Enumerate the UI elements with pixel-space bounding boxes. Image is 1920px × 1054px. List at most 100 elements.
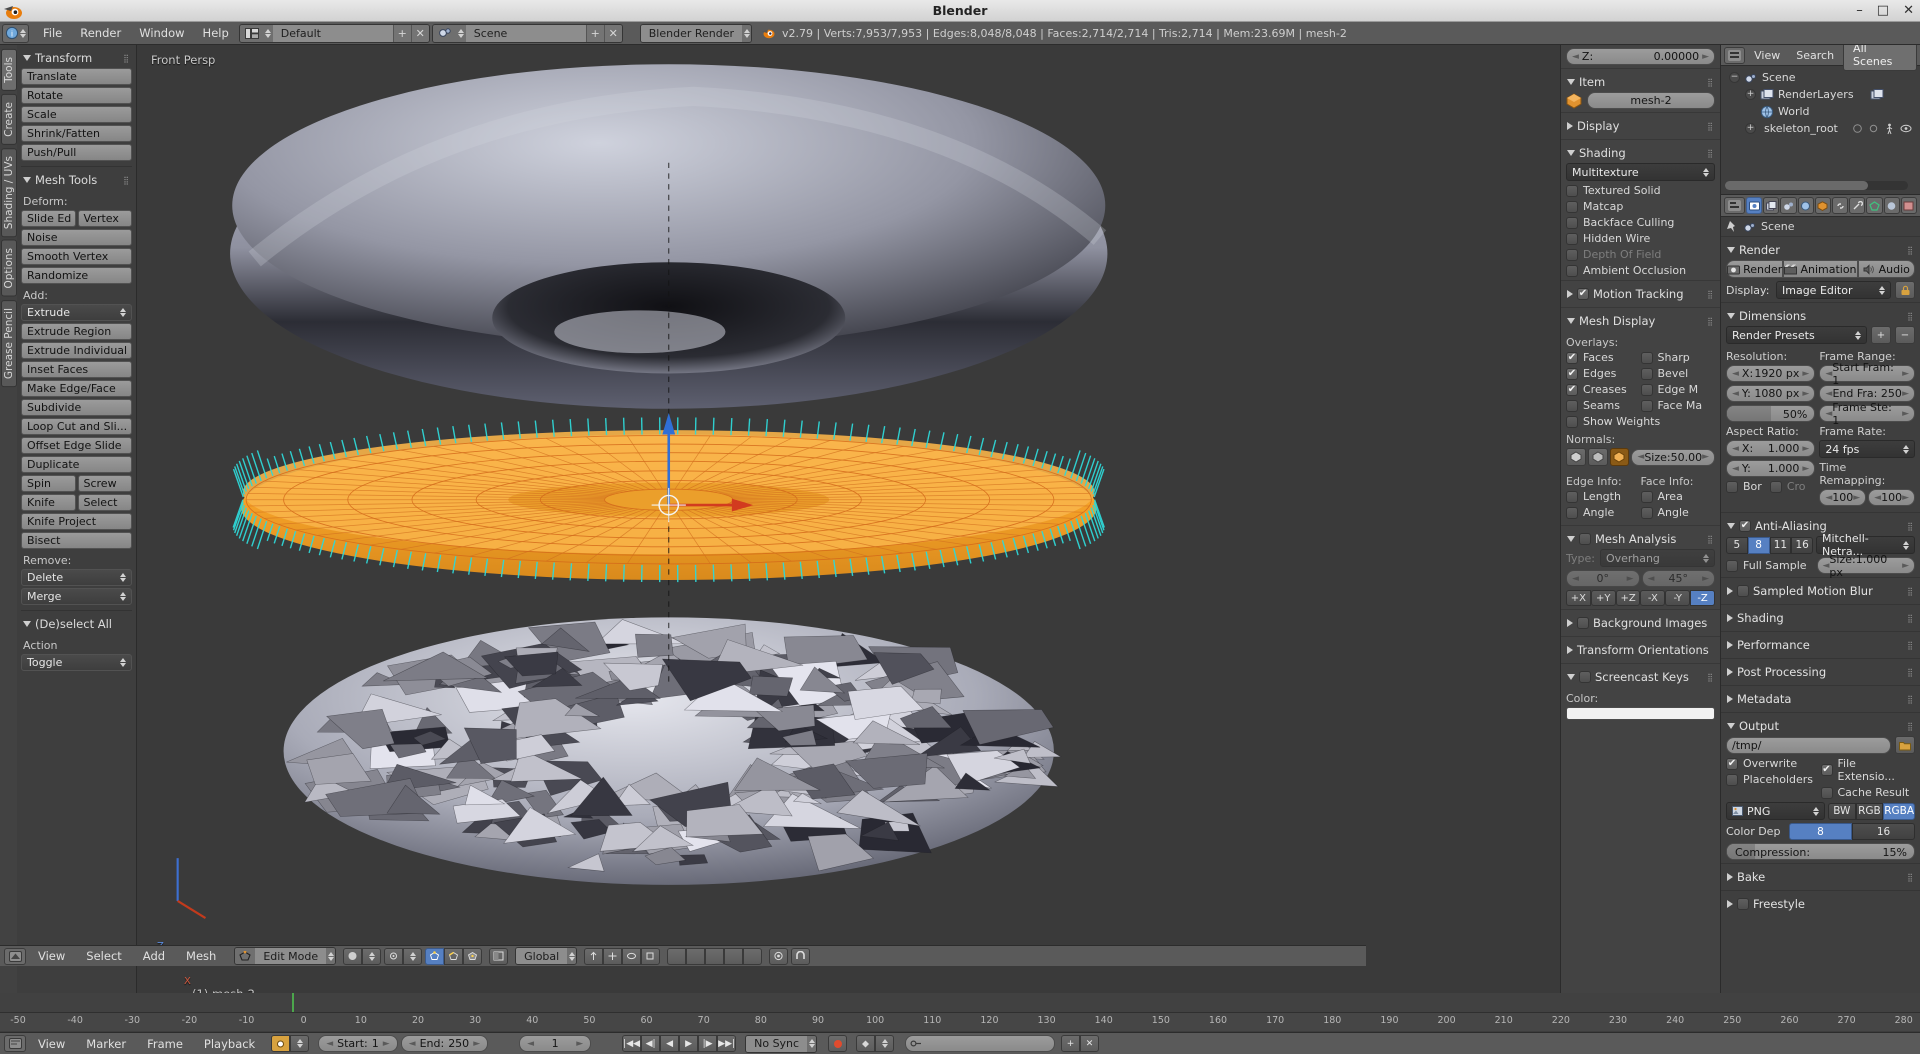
- properties-performance-header[interactable]: Performance ⣿: [1726, 635, 1915, 655]
- minimize-button[interactable]: –: [1856, 4, 1863, 17]
- decrement-icon[interactable]: ◄: [1732, 464, 1739, 474]
- checkbox-icon[interactable]: [1566, 264, 1578, 277]
- decrement-icon[interactable]: ◄: [1637, 452, 1644, 462]
- screencast-color-swatch[interactable]: [1566, 707, 1715, 720]
- increment-icon[interactable]: ►: [1702, 574, 1709, 584]
- increment-icon[interactable]: ►: [1802, 389, 1809, 399]
- axis-plus-y-button[interactable]: +Y: [1590, 590, 1616, 606]
- shading-option-matcap[interactable]: Matcap: [1566, 200, 1715, 213]
- add-layout-button[interactable]: +: [392, 24, 411, 42]
- layer-5-icon[interactable]: [743, 947, 763, 965]
- decrement-icon[interactable]: ◄: [1732, 389, 1739, 399]
- checkbox-icon[interactable]: [1640, 490, 1653, 503]
- resolution-x-field[interactable]: ◄ X: 1920 px ►: [1726, 365, 1816, 382]
- decrement-icon[interactable]: ◄: [326, 1039, 333, 1049]
- tool-tab-shading-uvs[interactable]: Shading / UVs: [1, 147, 17, 237]
- increment-icon[interactable]: ►: [1902, 561, 1909, 571]
- pin-icon[interactable]: [1726, 220, 1739, 233]
- increment-icon[interactable]: ►: [383, 1039, 390, 1049]
- limit-selection-visible-icon[interactable]: [489, 947, 509, 965]
- increment-icon[interactable]: ►: [1702, 52, 1709, 62]
- checkbox-icon[interactable]: [1566, 216, 1578, 229]
- viewport-editor-type-icon[interactable]: [4, 947, 26, 965]
- start-frame-field[interactable]: ◄ Start Fram: 1 ►: [1819, 361, 1915, 387]
- checkbox-icon[interactable]: [1640, 367, 1653, 380]
- aa-samples-16[interactable]: 16: [1791, 536, 1813, 554]
- z-location-field[interactable]: ◄ Z: 0.00000 ►: [1566, 48, 1715, 65]
- outliner-row-world[interactable]: World: [1725, 103, 1916, 120]
- menu-file[interactable]: File: [34, 24, 71, 42]
- time-remap-old-field[interactable]: ◄ 100 ►: [1819, 489, 1867, 506]
- outliner-menu-search[interactable]: Search: [1789, 47, 1841, 64]
- active-keying-set-field[interactable]: [905, 1035, 1056, 1052]
- properties-shading-header[interactable]: Shading ⣿: [1726, 608, 1915, 628]
- checkbox-icon[interactable]: [1566, 506, 1578, 519]
- layer-4-icon[interactable]: [724, 947, 744, 965]
- extrude-region-button[interactable]: Extrude Region: [21, 323, 132, 340]
- transform-orientation-selector[interactable]: Global: [515, 947, 578, 965]
- aa-samples-5[interactable]: 5: [1726, 536, 1748, 554]
- npanel-mesh-display-header[interactable]: Mesh Display ⣿: [1566, 311, 1715, 331]
- axis-minus-z-button[interactable]: -Z: [1690, 590, 1715, 606]
- menu-window[interactable]: Window: [130, 24, 193, 42]
- axis-minus-y-button[interactable]: -Y: [1665, 590, 1691, 606]
- action-dropdown[interactable]: Toggle: [21, 654, 132, 671]
- color-depth-8[interactable]: 8: [1789, 823, 1852, 840]
- checkbox-icon[interactable]: [1566, 200, 1578, 213]
- color-mode-rgb[interactable]: RGB: [1855, 802, 1884, 820]
- properties-dimensions-header[interactable]: Dimensions ⣿: [1726, 306, 1915, 326]
- timeline-track[interactable]: [0, 993, 1920, 1013]
- timeline-menu-marker[interactable]: Marker: [77, 1035, 135, 1053]
- frame-step-field[interactable]: ◄ Frame Ste: 1 ►: [1819, 401, 1915, 427]
- face-normals-toggle[interactable]: [1609, 448, 1630, 466]
- properties-output-header[interactable]: Output ⣿: [1726, 716, 1915, 736]
- merge-dropdown[interactable]: Merge: [21, 588, 132, 605]
- offset-edge-slide-button[interactable]: Offset Edge Slide: [21, 437, 132, 454]
- normals-size-field[interactable]: ◄ Size:50.00 ►: [1631, 448, 1716, 466]
- tab-scene[interactable]: [1780, 197, 1797, 214]
- screw-button[interactable]: Screw: [77, 475, 132, 492]
- end-frame-field[interactable]: ◄ End Fra: 250 ►: [1819, 385, 1915, 402]
- remove-keying-set-button[interactable]: ✕: [1080, 1035, 1100, 1052]
- delete-scene-button[interactable]: ✕: [603, 24, 622, 42]
- npanel-motion-tracking-header[interactable]: Motion Tracking ⣿: [1566, 284, 1715, 304]
- extrude-individual-button[interactable]: Extrude Individual: [21, 342, 132, 359]
- overlay-face-marks[interactable]: Face Ma: [1640, 399, 1716, 412]
- tool-tab-options[interactable]: Options: [1, 239, 17, 297]
- checkbox-icon[interactable]: [1726, 757, 1738, 770]
- viewport-menu-view[interactable]: View: [29, 947, 74, 965]
- viewport-menu-select[interactable]: Select: [77, 947, 130, 965]
- outliner-row-skeleton-root[interactable]: + skeleton_root: [1725, 120, 1916, 137]
- play-reverse-button[interactable]: ◀: [660, 1035, 680, 1052]
- vertex-slide-button[interactable]: Vertex: [77, 210, 132, 227]
- face-select-mode-icon[interactable]: [463, 947, 483, 965]
- time-remap-new-field[interactable]: ◄ 100 ►: [1868, 489, 1915, 506]
- analysis-min-angle-field[interactable]: ◄ 0° ►: [1566, 570, 1640, 587]
- maximize-button[interactable]: □: [1877, 4, 1889, 17]
- overlay-seams[interactable]: Seams: [1566, 399, 1641, 412]
- duplicate-button[interactable]: Duplicate: [21, 456, 132, 473]
- aspect-y-field[interactable]: ◄ Y: 1.000 ►: [1726, 460, 1816, 477]
- face-info-area[interactable]: Area: [1640, 490, 1716, 503]
- npanel-background-images-header[interactable]: Background Images: [1566, 613, 1715, 633]
- scale-button[interactable]: Scale: [21, 106, 132, 123]
- tab-render[interactable]: [1745, 197, 1763, 214]
- color-mode-rgba[interactable]: RGBA: [1883, 802, 1916, 820]
- overlay-edge-marks[interactable]: Edge M: [1640, 383, 1716, 396]
- shading-option-ambient-occlusion[interactable]: Ambient Occlusion: [1566, 264, 1715, 277]
- increment-icon[interactable]: ►: [1627, 574, 1634, 584]
- knife-button[interactable]: Knife: [21, 494, 76, 511]
- menu-render[interactable]: Render: [71, 24, 130, 42]
- increment-icon[interactable]: ►: [1802, 369, 1809, 379]
- increment-icon[interactable]: ►: [1853, 493, 1860, 503]
- decrement-icon[interactable]: ◄: [1874, 493, 1881, 503]
- shading-solid-icon[interactable]: [343, 947, 363, 965]
- scale-manipulator-icon[interactable]: [641, 947, 661, 965]
- tab-world[interactable]: [1797, 197, 1814, 214]
- decrement-icon[interactable]: ◄: [1823, 561, 1830, 571]
- lock-interface-icon[interactable]: [1895, 281, 1915, 299]
- randomize-button[interactable]: Randomize: [21, 267, 132, 284]
- output-path-field[interactable]: /tmp/: [1726, 736, 1891, 754]
- npanel-item-header[interactable]: Item ⣿: [1566, 72, 1715, 92]
- color-depth-16[interactable]: 16: [1852, 823, 1915, 840]
